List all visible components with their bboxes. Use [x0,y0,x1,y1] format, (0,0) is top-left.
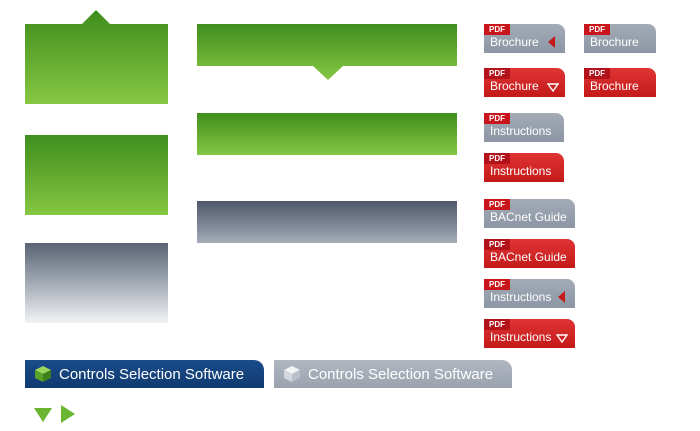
gray-bar [197,201,457,243]
cube-icon [35,366,51,382]
green-down-arrow-icon[interactable] [34,408,52,422]
pdf-tag: PDF [584,68,610,79]
pdf-tag: PDF [484,319,510,330]
left-arrow-icon [558,291,565,303]
instructions-label: Instructions [490,124,552,138]
bacnet-guide-button-gray[interactable]: PDF BACnet Guide [484,199,575,228]
green-bar-with-down-notch [197,24,457,80]
tab-label: Controls Selection Software [59,366,245,383]
green-right-arrow-icon[interactable] [61,405,75,423]
pdf-tag: PDF [484,24,510,35]
controls-selection-software-tab-inactive[interactable]: Controls Selection Software [274,360,512,388]
left-arrow-icon [548,36,555,48]
instructions-button-red[interactable]: PDF Instructions [484,153,564,182]
gray-gradient-panel [25,243,168,323]
pdf-tag: PDF [484,279,510,290]
green-panel [25,135,168,215]
instructions-label: Instructions [490,164,552,178]
brochure-label: Brochure [590,35,639,49]
brochure-button-red[interactable]: PDF Brochure [584,68,656,97]
brochure-label: Brochure [590,79,639,93]
brochure-label: Brochure [490,79,539,93]
green-panel-with-up-notch [25,10,168,104]
instructions-button-red-down-arrow[interactable]: PDF Instructions [484,319,575,348]
green-bar [197,113,457,155]
brochure-label: Brochure [490,35,539,49]
instructions-label: Instructions [490,290,552,304]
brochure-button-gray[interactable]: PDF Brochure [584,24,656,53]
instructions-button-gray[interactable]: PDF Instructions [484,113,564,142]
tab-label: Controls Selection Software [308,366,494,383]
down-arrow-icon [547,83,559,92]
pdf-tag: PDF [484,153,510,164]
bacnet-guide-label: BACnet Guide [490,210,567,224]
down-arrow-icon [556,334,568,343]
pdf-tag: PDF [484,68,510,79]
instructions-label: Instructions [490,330,552,344]
pdf-tag: PDF [484,239,510,250]
bacnet-guide-button-red[interactable]: PDF BACnet Guide [484,239,575,268]
pdf-tag: PDF [584,24,610,35]
bacnet-guide-label: BACnet Guide [490,250,567,264]
brochure-button-gray-left-arrow[interactable]: PDF Brochure [484,24,565,53]
brochure-button-red-down-arrow[interactable]: PDF Brochure [484,68,565,97]
cube-icon [284,366,300,382]
instructions-button-gray-left-arrow[interactable]: PDF Instructions [484,279,575,308]
pdf-tag: PDF [484,199,510,210]
controls-selection-software-tab-active[interactable]: Controls Selection Software [25,360,264,388]
pdf-tag: PDF [484,113,510,124]
